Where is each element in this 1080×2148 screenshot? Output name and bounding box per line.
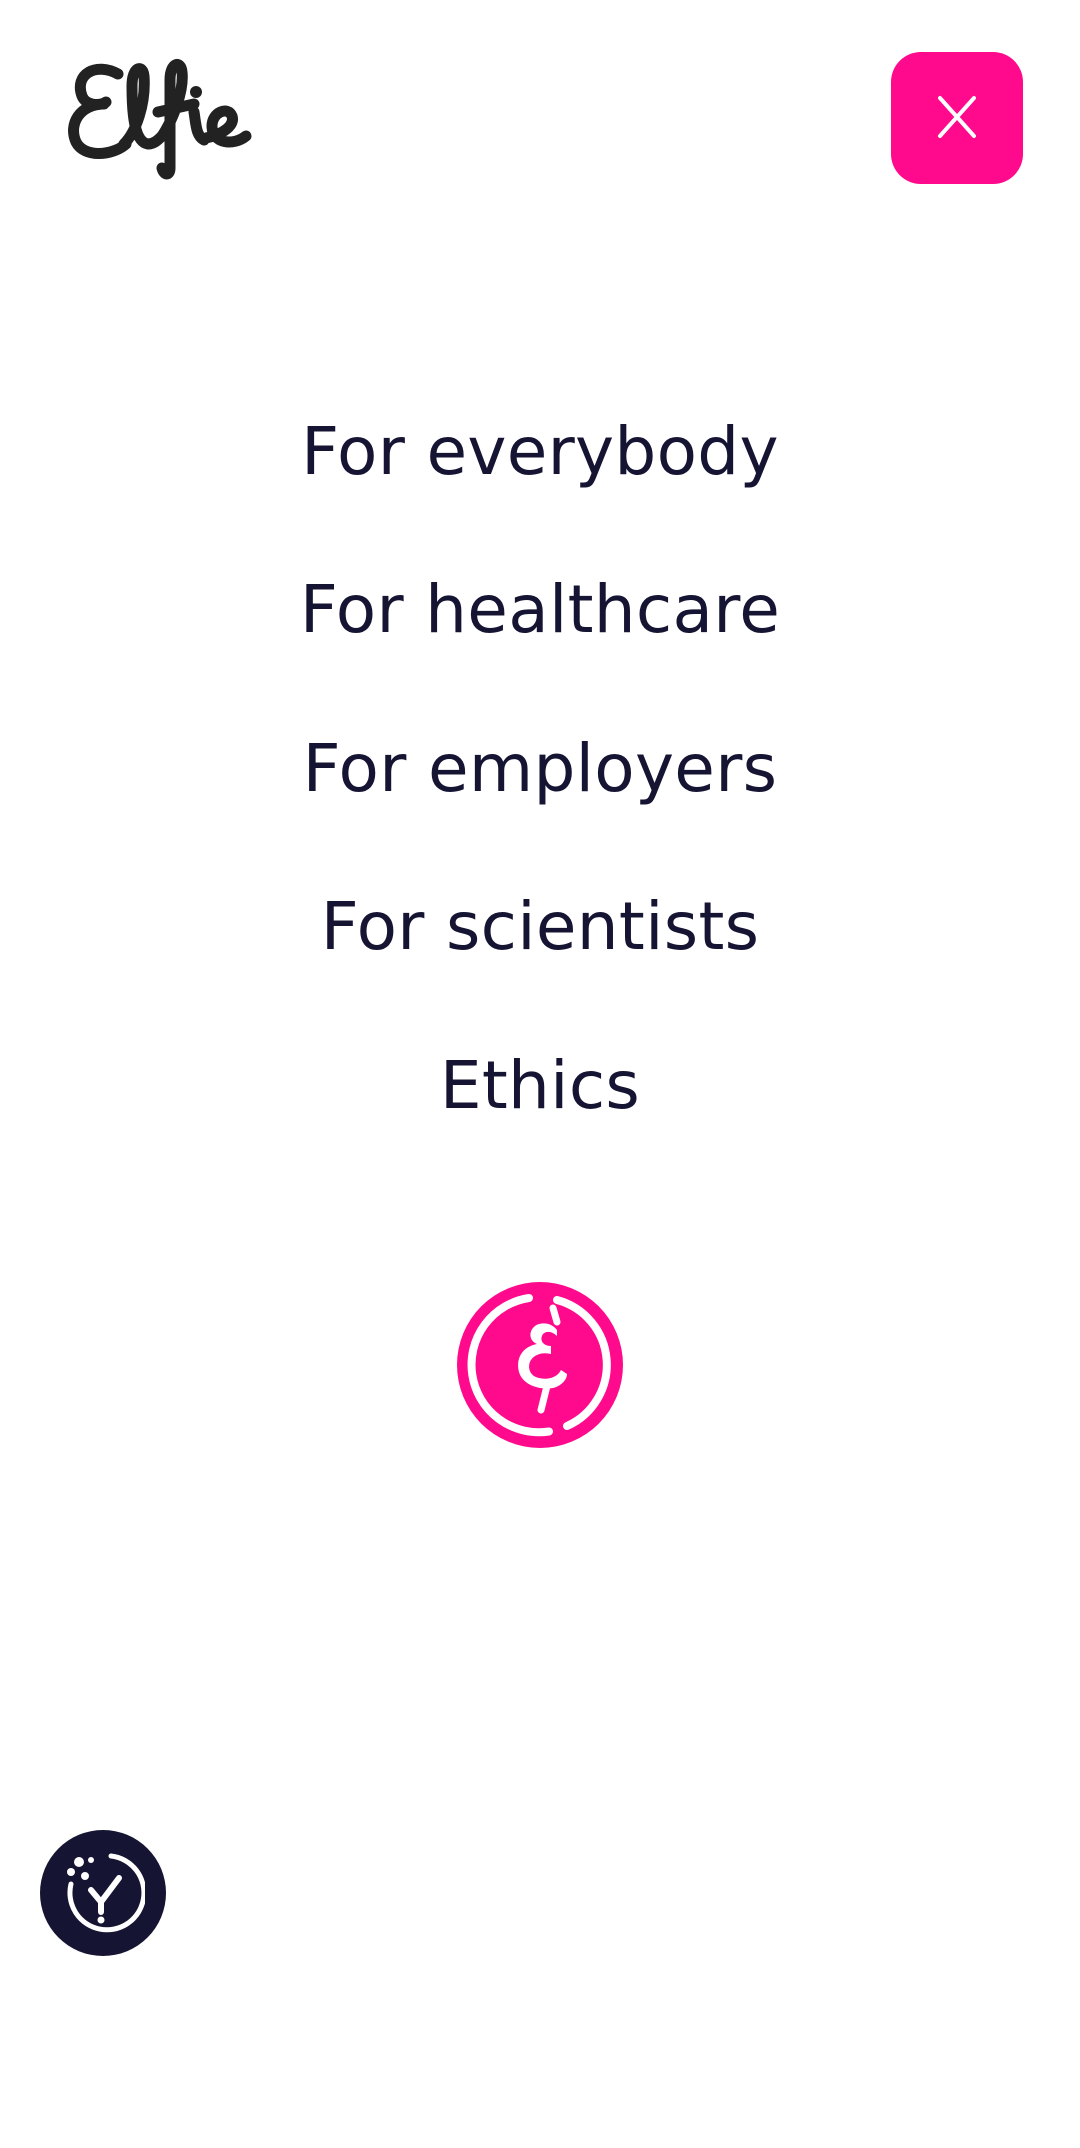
cookie-consent-button[interactable] bbox=[40, 1830, 166, 1956]
elfie-logo[interactable] bbox=[66, 52, 266, 182]
menu-item-for-scientists[interactable]: For scientists bbox=[0, 887, 1080, 967]
close-icon bbox=[932, 92, 982, 145]
menu-item-ethics[interactable]: Ethics bbox=[0, 1046, 1080, 1126]
menu-item-for-employers[interactable]: For employers bbox=[0, 729, 1080, 809]
menu-item-for-healthcare[interactable]: For healthcare bbox=[0, 570, 1080, 650]
elfie-logo-wordmark bbox=[68, 59, 252, 180]
elfie-coin-icon bbox=[457, 1282, 623, 1448]
menu-item-for-everybody[interactable]: For everybody bbox=[0, 412, 1080, 492]
cookie-consent-icon bbox=[61, 1850, 147, 1937]
close-menu-button[interactable] bbox=[891, 52, 1023, 184]
